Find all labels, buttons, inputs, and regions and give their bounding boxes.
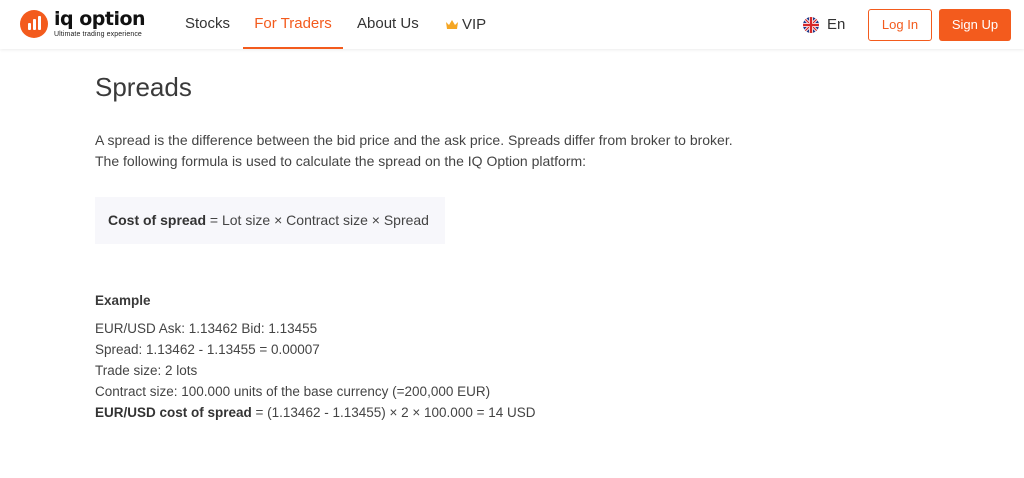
logo-bars-icon — [20, 10, 48, 38]
logo-tagline: Ultimate trading experience — [54, 31, 142, 38]
example-line: EUR/USD Ask: 1.13462 Bid: 1.13455 — [95, 321, 318, 336]
login-button[interactable]: Log In — [868, 9, 932, 41]
nav-vip[interactable]: VIP — [446, 0, 486, 49]
example-line: Spread: 1.13462 - 1.13455 = 0.00007 — [95, 342, 320, 357]
logo-text: iq option Ultimate trading experience — [54, 8, 146, 39]
example-total: EUR/USD cost of spread = (1.13462 - 1.13… — [95, 402, 536, 423]
intro-paragraph: A spread is the difference between the b… — [95, 130, 733, 172]
nav-vip-label: VIP — [462, 15, 487, 33]
logo-name: iq option — [54, 8, 146, 30]
language-selector[interactable]: En — [803, 16, 845, 33]
nav-stocks[interactable]: Stocks — [185, 0, 230, 49]
formula-box: Cost of spread = Lot size × Contract siz… — [95, 197, 445, 244]
nav-about-us[interactable]: About Us — [357, 0, 419, 49]
site-header: iq option Ultimate trading experience St… — [0, 0, 1024, 49]
intro-line: The following formula is used to calcula… — [95, 153, 587, 169]
nav-for-traders[interactable]: For Traders — [243, 0, 343, 49]
intro-line: A spread is the difference between the b… — [95, 132, 733, 148]
example-heading: Example — [95, 293, 151, 308]
signup-button[interactable]: Sign Up — [939, 9, 1011, 41]
page-title: Spreads — [95, 72, 192, 102]
example-total-term: EUR/USD cost of spread — [95, 405, 252, 420]
crown-icon — [446, 19, 458, 29]
example-total-expression: = (1.13462 - 1.13455) × 2 × 100.000 = 14… — [251, 405, 536, 420]
formula-expression: = Lot size × Contract size × Spread — [206, 212, 429, 228]
example-block: EUR/USD Ask: 1.13462 Bid: 1.13455 Spread… — [95, 318, 536, 423]
iq-option-logo[interactable]: iq option Ultimate trading experience — [20, 8, 146, 39]
example-line: Trade size: 2 lots — [95, 363, 198, 378]
language-label: En — [827, 16, 846, 33]
example-line: Contract size: 100.000 units of the base… — [95, 384, 491, 399]
formula-term: Cost of spread — [108, 212, 207, 228]
uk-flag-icon — [803, 16, 819, 33]
